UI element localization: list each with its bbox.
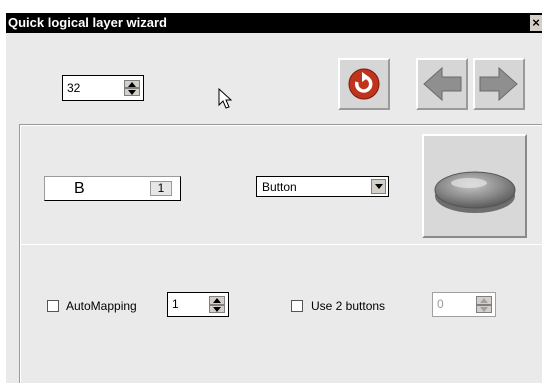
arrow-right-icon [479, 66, 518, 102]
spinner-up-button[interactable] [209, 296, 225, 305]
layer-number-spinner[interactable]: 32 [62, 75, 144, 101]
chevron-down-icon [213, 306, 221, 312]
automapping-spinner-buttons [209, 296, 225, 313]
wizard-window: Quick logical layer wizard × 32 B 1 Butt… [0, 0, 542, 383]
refresh-icon [348, 68, 380, 100]
chevron-up-icon [213, 298, 221, 303]
control-preview[interactable] [422, 134, 527, 238]
background-top [0, 0, 542, 13]
mouse-cursor-icon [218, 88, 233, 109]
two-buttons-value: 0 [437, 297, 444, 311]
title-bar[interactable]: Quick logical layer wizard × [6, 13, 542, 33]
control-type-select[interactable]: Button [256, 176, 389, 197]
control-type-value: Button [262, 180, 297, 194]
chevron-down-icon [375, 184, 383, 189]
layer-number-value: 32 [67, 81, 81, 95]
refresh-button[interactable] [338, 58, 390, 110]
previous-button[interactable] [416, 58, 468, 110]
window-title: Quick logical layer wizard [8, 15, 167, 30]
chevron-up-icon [480, 298, 488, 303]
close-button[interactable]: × [530, 15, 542, 31]
select-dropdown-button[interactable] [371, 179, 386, 194]
automapping-value: 1 [172, 297, 179, 311]
next-button[interactable] [473, 58, 525, 110]
background-left [0, 0, 6, 383]
layer-spinner-buttons [124, 80, 140, 96]
key-index-badge: 1 [150, 181, 172, 196]
two-buttons-spinner-buttons [476, 296, 492, 313]
automapping-checkbox[interactable] [47, 300, 59, 312]
spinner-up-button [476, 296, 492, 305]
arrow-left-icon [423, 66, 462, 102]
key-label: B [74, 180, 85, 197]
panel-divider [20, 244, 542, 245]
chevron-up-icon [128, 82, 136, 87]
two-buttons-spinner: 0 [432, 292, 496, 317]
spinner-up-button[interactable] [124, 80, 140, 88]
automapping-label: AutoMapping [66, 299, 137, 313]
chevron-down-icon [480, 306, 488, 312]
automapping-spinner[interactable]: 1 [167, 292, 229, 317]
use-two-buttons-label: Use 2 buttons [311, 299, 386, 313]
key-field[interactable]: B 1 [44, 176, 181, 201]
spinner-down-button[interactable] [209, 304, 225, 313]
chevron-down-icon [128, 90, 136, 95]
spinner-down-button[interactable] [124, 88, 140, 96]
use-two-buttons-checkbox[interactable] [291, 300, 303, 312]
button-preview-icon [434, 171, 516, 213]
spinner-down-button [476, 304, 492, 313]
